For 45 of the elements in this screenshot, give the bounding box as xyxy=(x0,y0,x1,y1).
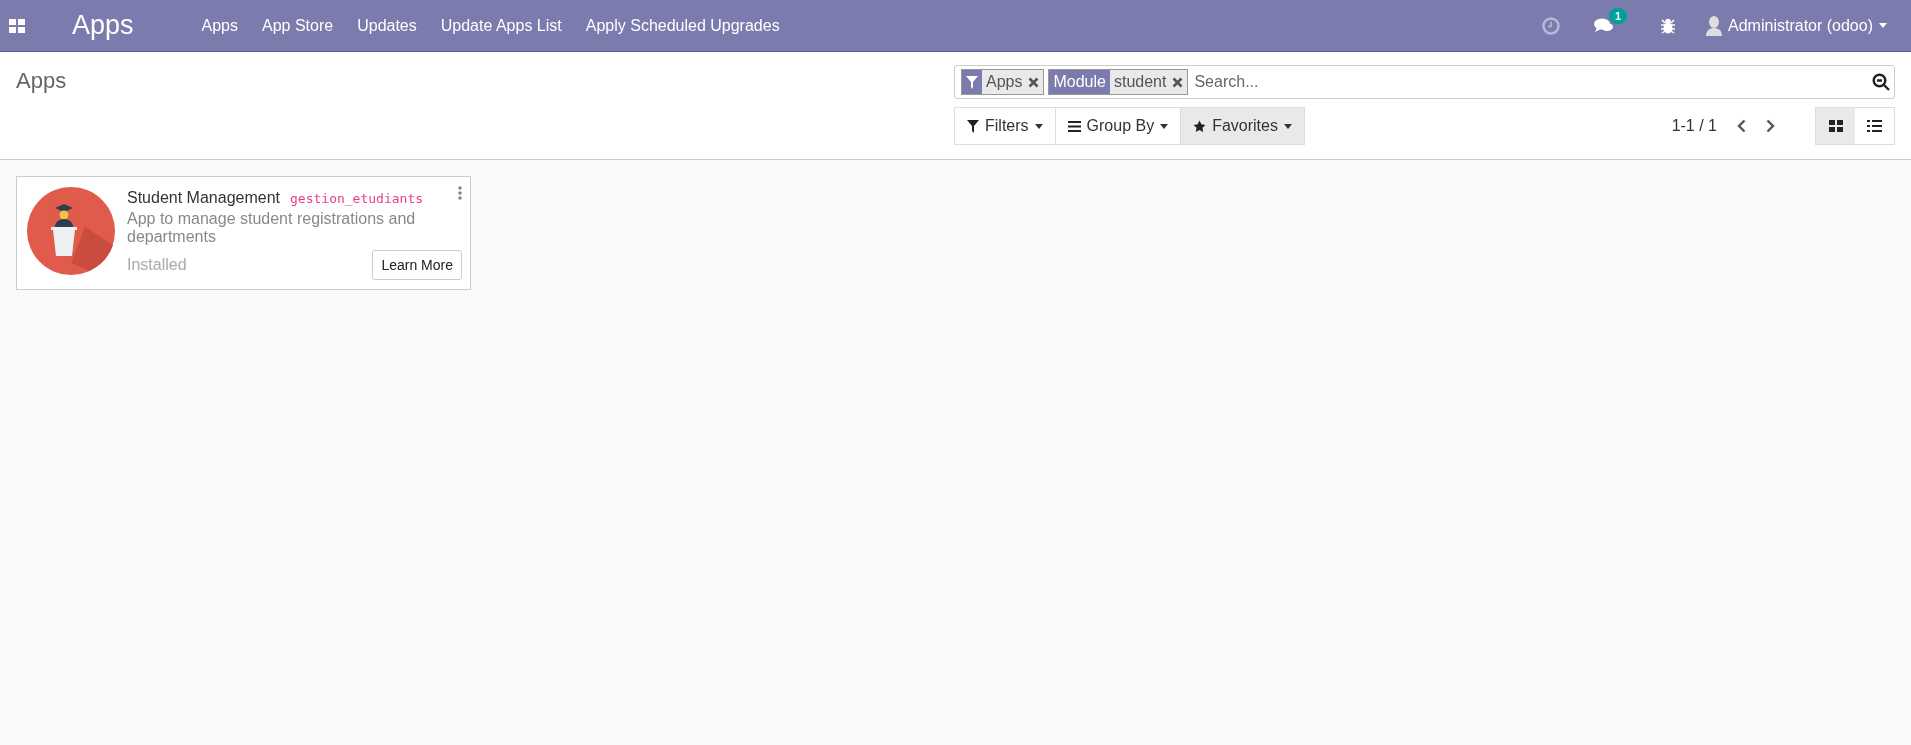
user-menu[interactable]: Administrator (odoo) xyxy=(1706,15,1887,36)
facet-value: student xyxy=(1113,73,1167,91)
install-status: Installed xyxy=(127,256,187,274)
dropdown-button[interactable]: Filters xyxy=(954,107,1056,145)
message-count-badge: 1 xyxy=(1609,8,1628,24)
view-switch-button[interactable] xyxy=(1816,108,1855,144)
user-name: Administrator (odoo) xyxy=(1728,16,1873,35)
menu-item[interactable]: App Store xyxy=(250,16,346,35)
chevron-left-icon xyxy=(1737,119,1746,133)
menu-item[interactable]: Apps xyxy=(189,16,250,35)
facet-label: Module xyxy=(1053,73,1106,91)
app-name: Student Management xyxy=(127,189,280,207)
more-options-icon[interactable] xyxy=(458,186,462,200)
technical-name: gestion_etudiants xyxy=(290,191,424,206)
chevron-right-icon xyxy=(1766,119,1775,133)
menu-item[interactable]: Updates xyxy=(345,16,429,35)
filter-icon xyxy=(966,75,978,89)
search-bar[interactable]: Apps Module student Search... xyxy=(954,65,1895,99)
chat-icon[interactable] xyxy=(1594,17,1615,34)
breadcrumb[interactable]: Apps xyxy=(16,68,67,159)
user-avatar-icon xyxy=(1706,15,1723,36)
grid-icon xyxy=(1828,120,1843,132)
caret-icon xyxy=(1283,123,1292,129)
star-icon xyxy=(1193,119,1207,133)
list-icon xyxy=(1867,120,1882,132)
close-icon[interactable] xyxy=(1028,76,1040,88)
app-summary: App to manage student registrations and departments xyxy=(127,210,417,246)
app-card[interactable]: Student Management gestion_etudiants App to manage student registrations and departments Installed Learn More xyxy=(16,176,471,290)
menu-item[interactable]: Apply Scheduled Upgrades xyxy=(573,16,792,35)
caret-icon xyxy=(1034,123,1043,129)
caret-icon xyxy=(1879,23,1887,28)
app-title: Apps xyxy=(72,10,134,41)
caret-icon xyxy=(1160,123,1169,129)
menu-item[interactable]: Update Apps List xyxy=(428,16,574,35)
learn-more-button[interactable]: Learn More xyxy=(372,250,462,280)
facet-value: Apps xyxy=(986,73,1023,91)
search-icon[interactable] xyxy=(1872,73,1890,91)
dropdown-button[interactable]: Favorites xyxy=(1180,107,1305,145)
filter-icon xyxy=(967,119,979,133)
menu-icon xyxy=(1067,120,1081,132)
bug-icon[interactable] xyxy=(1659,16,1678,35)
apps-grid-icon[interactable] xyxy=(9,17,25,34)
dropdown-button[interactable]: Group By xyxy=(1054,107,1182,145)
pager-value: 1-1 / 1 xyxy=(1671,117,1717,135)
close-icon[interactable] xyxy=(1172,76,1184,88)
